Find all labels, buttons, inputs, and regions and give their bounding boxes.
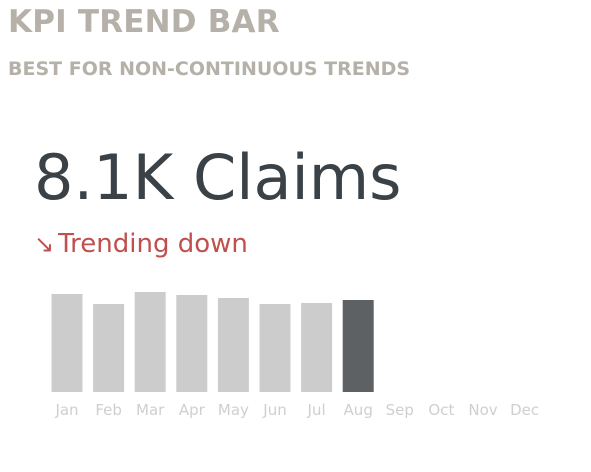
x-tick-label-feb: Feb bbox=[95, 401, 122, 419]
x-tick-label-nov: Nov bbox=[468, 401, 497, 419]
x-tick-label-dec: Dec bbox=[510, 401, 539, 419]
bar-may bbox=[217, 298, 249, 392]
x-tick-label-may: May bbox=[218, 401, 249, 419]
bar-apr bbox=[176, 295, 208, 392]
chart-x-axis-labels: Jan Feb Mar Apr May Jun Jul Aug Sep Oct Nov Dec bbox=[54, 401, 539, 419]
kpi-trend-bar-chart: Jan Feb Mar Apr May Jun Jul Aug Sep Oct Nov Dec bbox=[51, 292, 539, 419]
x-tick-label-aug: Aug bbox=[344, 401, 373, 419]
x-tick-label-jul: Jul bbox=[307, 401, 326, 419]
x-tick-label-jan: Jan bbox=[54, 401, 78, 419]
bar-feb bbox=[93, 304, 125, 392]
chart-bars bbox=[51, 292, 374, 392]
x-tick-label-sep: Sep bbox=[386, 401, 414, 419]
bar-jun bbox=[259, 304, 291, 392]
bar-mar bbox=[134, 292, 166, 392]
x-tick-label-mar: Mar bbox=[136, 401, 165, 419]
bar-jul bbox=[301, 303, 333, 392]
bar-aug bbox=[342, 300, 374, 392]
x-tick-label-oct: Oct bbox=[428, 401, 454, 419]
x-tick-label-jun: Jun bbox=[262, 401, 286, 419]
x-tick-label-apr: Apr bbox=[179, 401, 206, 419]
bar-jan bbox=[51, 294, 83, 392]
